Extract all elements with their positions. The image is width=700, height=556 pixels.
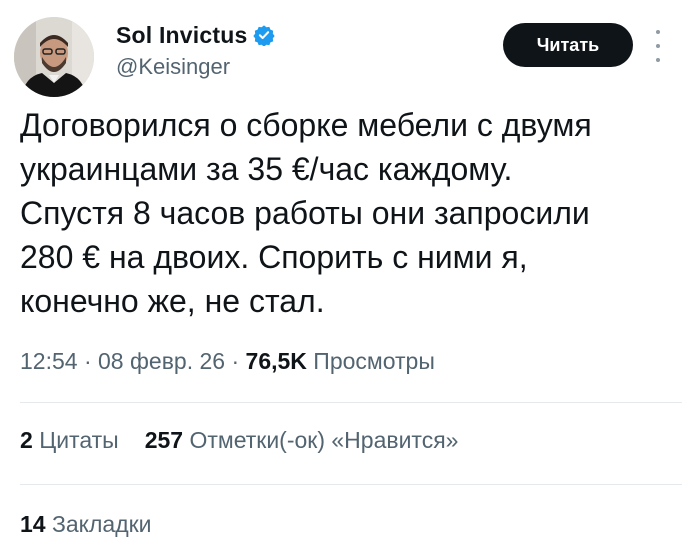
tweet-time[interactable]: 12:54: [20, 348, 78, 374]
name-row: Sol Invictus: [116, 20, 276, 50]
likes-link[interactable]: 257 Отметки(-ок) «Нравится»: [145, 427, 459, 453]
bookmarks-label: Закладки: [51, 511, 152, 537]
display-name[interactable]: Sol Invictus: [116, 22, 247, 49]
avatar[interactable]: [14, 17, 94, 97]
likes-count: 257: [144, 427, 184, 453]
quotes-label: Цитаты: [39, 427, 119, 453]
author-block: Sol Invictus @Keisinger: [116, 20, 276, 80]
tweet-text: Договорился о сборке мебели с двумя укра…: [20, 103, 660, 323]
tweet-text-line: Договорился о сборке мебели с двумя: [20, 107, 592, 143]
tweet-text-line: Спустя 8 часов работы они запросили: [20, 195, 590, 231]
views-label: Просмотры: [313, 348, 435, 374]
tweet: Sol Invictus @Keisinger Читать Договорил…: [0, 0, 700, 556]
tweet-text-line: украинцами за 35 €/час каждому.: [20, 151, 513, 187]
verified-badge-icon: [253, 24, 276, 46]
tweet-text-line: конечно же, не стал.: [20, 283, 325, 319]
divider: [20, 402, 682, 403]
handle[interactable]: @Keisinger: [116, 54, 275, 80]
stats-row: 2 Цитаты 257 Отметки(-ок) «Нравится»: [20, 427, 458, 454]
follow-button[interactable]: Читать: [503, 23, 633, 67]
tweet-meta: 12:54 · 08 февр. 26 · 76,5K Просмотры: [20, 348, 435, 375]
tweet-text-line: 280 € на двоих. Спорить с ними я,: [20, 239, 528, 275]
likes-label: Отметки(-ок) «Нравится»: [189, 427, 459, 453]
vertical-dots-icon[interactable]: [652, 30, 664, 62]
tweet-date[interactable]: 08 февр. 26: [98, 348, 225, 374]
quotes-link[interactable]: 2 Цитаты: [20, 427, 119, 453]
quotes-count: 2: [20, 427, 33, 453]
meta-separator: ·: [225, 348, 246, 374]
divider: [20, 484, 682, 485]
bookmarks-count: 14: [20, 511, 46, 537]
views-count: 76,5K: [245, 348, 307, 374]
meta-separator: ·: [77, 348, 99, 374]
bookmarks-link[interactable]: 14 Закладки: [20, 511, 152, 538]
